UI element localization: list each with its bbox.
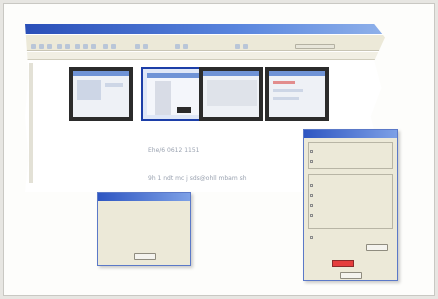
table-icon[interactable]: [135, 44, 140, 49]
small-dialog: [97, 192, 191, 266]
redo-icon[interactable]: [111, 44, 116, 49]
checkbox-icon[interactable]: [310, 235, 313, 239]
option-row[interactable]: [310, 234, 315, 239]
standard-toolbar: [25, 42, 385, 51]
thumbnail-block: [273, 81, 295, 84]
help-icon[interactable]: [243, 44, 248, 49]
copy-icon[interactable]: [83, 44, 88, 49]
thumbnail-block: [177, 107, 191, 113]
options-group: [308, 174, 393, 229]
thumbnail-screen: [203, 71, 259, 117]
thumbnail-titlebar: [147, 73, 199, 78]
thumbnail-titlebar: [73, 71, 129, 76]
screenshot-thumbnail-selected[interactable]: [141, 67, 205, 121]
checkbox-icon[interactable]: [310, 183, 313, 187]
new-icon[interactable]: [31, 44, 36, 49]
option-row[interactable]: [310, 192, 315, 197]
document-text-phone: Ehe/6 0612 1151: [148, 147, 200, 154]
options-dialog: [303, 129, 398, 281]
option-row[interactable]: [310, 182, 315, 187]
thumbnail-block: [273, 97, 299, 100]
option-row[interactable]: [310, 212, 315, 217]
dialog-button[interactable]: [366, 244, 388, 251]
image-icon[interactable]: [175, 44, 180, 49]
undo-icon[interactable]: [103, 44, 108, 49]
radio-icon[interactable]: [310, 159, 313, 163]
screenshot-thumbnail[interactable]: [199, 67, 263, 121]
format-toolbar: [25, 52, 385, 60]
thumbnail-screen: [269, 71, 325, 117]
options-group: [308, 142, 393, 169]
cut-icon[interactable]: [75, 44, 80, 49]
thumbnail-block: [207, 80, 257, 106]
color-swatch[interactable]: [332, 260, 354, 267]
thumbnail-screen: [147, 73, 199, 115]
dialog-title: [98, 193, 190, 201]
option-row[interactable]: [310, 202, 315, 207]
checkbox-icon[interactable]: [310, 203, 313, 207]
paste-icon[interactable]: [91, 44, 96, 49]
draw-icon[interactable]: [235, 44, 240, 49]
zoom-dropdown[interactable]: [295, 44, 335, 49]
screenshot-thumbnail[interactable]: [265, 67, 329, 121]
menu-bar: [25, 35, 385, 42]
dialog-title: [304, 130, 397, 138]
checkbox-icon[interactable]: [310, 193, 313, 197]
thumbnail-titlebar: [203, 71, 259, 76]
document-text-email: 9h 1 ndt mc j sds@ohll mbam sh: [148, 175, 247, 182]
figure-frame: Ehe/6 0612 1151 9h 1 ndt mc j sds@ohll m…: [3, 3, 435, 296]
thumbnail-screen: [73, 71, 129, 117]
checkbox-icon[interactable]: [310, 213, 313, 217]
option-row[interactable]: [310, 148, 315, 153]
columns-icon[interactable]: [143, 44, 148, 49]
thumbnail-titlebar: [269, 71, 325, 76]
vertical-ruler: [29, 63, 33, 183]
preview-icon[interactable]: [65, 44, 70, 49]
thumbnail-list: [155, 81, 171, 115]
screenshot-thumbnail[interactable]: [69, 67, 133, 121]
ok-button[interactable]: [134, 253, 156, 260]
ok-button[interactable]: [340, 272, 362, 279]
thumbnail-block: [273, 89, 303, 92]
chart-icon[interactable]: [183, 44, 188, 49]
option-row[interactable]: [310, 158, 315, 163]
radio-icon[interactable]: [310, 149, 313, 153]
save-icon[interactable]: [47, 44, 52, 49]
print-icon[interactable]: [57, 44, 62, 49]
thumbnail-block: [105, 83, 123, 87]
window-titlebar: [25, 24, 385, 34]
thumbnail-block: [77, 80, 101, 100]
open-icon[interactable]: [39, 44, 44, 49]
